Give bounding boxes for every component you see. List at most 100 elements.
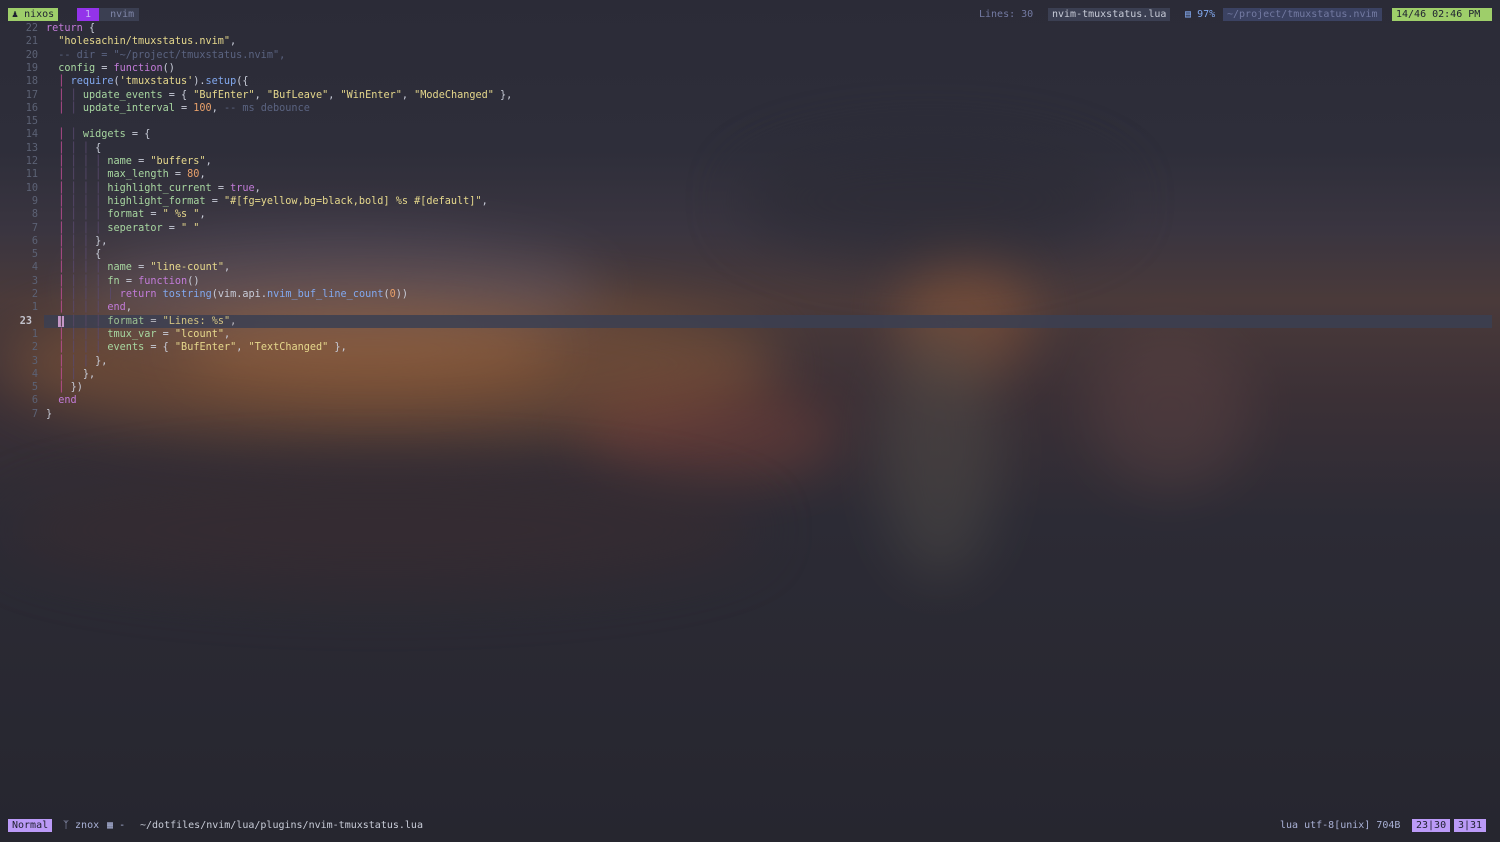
- line-number: 15: [25, 116, 38, 128]
- code-line[interactable]: 7 │ │ │ │ seperator = " ": [0, 222, 1500, 235]
- line-code: config = function(): [58, 62, 175, 74]
- line-number: 2: [31, 289, 38, 300]
- current-line[interactable]: 23 │ │ │ │ format = "Lines: %s",: [20, 314, 1492, 328]
- code-line[interactable]: 14 │ │ widgets = {: [0, 128, 1500, 141]
- code-line[interactable]: 3 │ │ │ },: [0, 355, 1500, 368]
- git-branch-icon: ᛉ: [63, 820, 69, 831]
- editor-buffer[interactable]: 22 return {21 "holesachin/tmuxstatus.nvim…: [0, 20, 1500, 820]
- code-line[interactable]: 3 │ │ │ │ fn = function(): [0, 275, 1500, 288]
- line-number: 1: [31, 328, 38, 340]
- line-number: 1: [31, 302, 38, 314]
- line-number: 14: [25, 129, 38, 141]
- line-number: 19: [25, 62, 38, 74]
- code-line[interactable]: 2 │ │ │ │ events = { "BufEnter", "TextCh…: [0, 341, 1500, 354]
- code-line[interactable]: 4 │ │ │ │ name = "line-count",: [0, 261, 1500, 274]
- line-number: 21: [25, 36, 38, 48]
- line-number: 3: [31, 355, 38, 367]
- line-number: 6: [31, 395, 38, 407]
- line-code: │ │ │ │ highlight_current = true,: [58, 182, 261, 194]
- text-cursor: │: [58, 315, 65, 327]
- line-number: 18: [25, 76, 38, 88]
- line-number: 3: [31, 275, 38, 287]
- code-line[interactable]: 21 "holesachin/tmuxstatus.nvim",: [0, 35, 1500, 48]
- code-line[interactable]: 22 return {: [0, 22, 1500, 35]
- code-line[interactable]: 1 │ │ │ │ tmux_var = "lcount",: [0, 328, 1500, 341]
- code-line[interactable]: 10 │ │ │ │ highlight_current = true,: [0, 182, 1500, 195]
- line-number: 22: [25, 23, 38, 34]
- line-code: │ │ │ │ tmux_var = "lcount",: [58, 328, 231, 340]
- line-code: │ │ │ │ max_length = 80,: [58, 169, 206, 181]
- code-line[interactable]: 6 end: [0, 394, 1500, 407]
- session-name: nixos: [24, 9, 55, 20]
- line-code: │ │ update_events = { "BufEnter", "BufLe…: [58, 89, 513, 101]
- line-code: │ }): [58, 382, 83, 394]
- line-code: │ │ │ │ seperator = " ": [58, 222, 200, 234]
- code-line[interactable]: 7}: [0, 408, 1500, 421]
- progress: 23|30: [1412, 819, 1451, 832]
- line-code: │ │ │ │ highlight_format = "#[fg=yellow,…: [58, 195, 488, 207]
- line-number: 7: [31, 408, 38, 420]
- line-number: 17: [25, 89, 38, 101]
- line-code: │ │ │ │ events = { "BufEnter", "TextChan…: [58, 342, 347, 354]
- code-line[interactable]: 4 │ │ },: [0, 368, 1500, 381]
- code-line[interactable]: 12 │ │ │ │ name = "buffers",: [0, 155, 1500, 168]
- code-line[interactable]: 5 │ }): [0, 381, 1500, 394]
- code-line[interactable]: 15: [0, 115, 1500, 128]
- file-info: lua utf-8[unix] 704B: [1276, 819, 1404, 832]
- line-code: │ │ │ │ name = "buffers",: [58, 156, 212, 167]
- diff-status: -: [119, 820, 126, 831]
- line-code: return {: [46, 23, 96, 34]
- code-line[interactable]: 8 │ │ │ │ format = " %s ",: [0, 208, 1500, 221]
- git-diff: ▦ -: [103, 819, 129, 832]
- line-code: end: [58, 395, 77, 407]
- battery-level: 97%: [1197, 9, 1216, 20]
- file-path: ~/dotfiles/nvim/lua/plugins/nvim-tmuxsta…: [140, 820, 423, 831]
- code-line[interactable]: 18 │ require('tmuxstatus').setup({: [0, 75, 1500, 88]
- line-number: 8: [31, 209, 38, 221]
- line-code: │ │ │ },: [58, 235, 108, 247]
- line-number: 9: [31, 195, 38, 207]
- line-number: 5: [31, 249, 38, 261]
- line-code: │ │ │ {: [58, 142, 102, 154]
- filetype: lua: [1280, 820, 1299, 831]
- line-number: 20: [25, 49, 38, 61]
- code-line[interactable]: 20 -- dir = "~/project/tmuxstatus.nvim",: [0, 49, 1500, 62]
- line-number: 11: [25, 169, 38, 181]
- line-number: 10: [25, 182, 38, 194]
- line-code: -- dir = "~/project/tmuxstatus.nvim",: [58, 49, 286, 61]
- file-size: 704B: [1376, 820, 1401, 831]
- line-number: 4: [31, 262, 38, 274]
- line-code: │ │ │ │ end,: [58, 302, 132, 314]
- code-line[interactable]: 19 config = function(): [0, 62, 1500, 75]
- line-code: │ │ │ │ fn = function(): [58, 275, 200, 287]
- code-line[interactable]: 6 │ │ │ },: [0, 235, 1500, 248]
- battery-icon: ▤: [1185, 9, 1192, 20]
- line-code: │ │ │ {: [58, 249, 102, 261]
- code-line[interactable]: 1 │ │ │ │ end,: [0, 301, 1500, 314]
- nvim-statusline: Normal ᛉ znox ▦ - ~/dotfiles/nvim/lua/pl…: [0, 819, 1500, 833]
- location: 3|31: [1454, 819, 1487, 832]
- line-number: 16: [25, 102, 38, 114]
- branch-name: znox: [75, 820, 100, 831]
- line-code: }: [46, 408, 53, 420]
- line-code: "holesachin/tmuxstatus.nvim",: [58, 36, 237, 48]
- code-line[interactable]: 13 │ │ │ {: [0, 142, 1500, 155]
- code-line[interactable]: 9 │ │ │ │ highlight_format = "#[fg=yello…: [0, 195, 1500, 208]
- line-number: 4: [31, 368, 38, 380]
- line-code: │ │ │ },: [58, 355, 108, 367]
- line-number: 5: [31, 382, 38, 394]
- diff-icon: ▦: [107, 820, 114, 831]
- line-code: │ require('tmuxstatus').setup({: [58, 76, 249, 88]
- git-branch: ᛉ znox: [59, 819, 103, 832]
- line-code: │ │ │ │ format = " %s ",: [58, 209, 206, 221]
- line-number: 23: [19, 315, 32, 327]
- code-line[interactable]: 5 │ │ │ {: [0, 248, 1500, 261]
- line-code: │ │ │ │ format = "Lines: %s",: [58, 315, 237, 327]
- line-code: │ │ widgets = {: [58, 129, 151, 141]
- code-line[interactable]: 17 │ │ update_events = { "BufEnter", "Bu…: [0, 89, 1500, 102]
- code-line[interactable]: 16 │ │ update_interval = 100, -- ms debo…: [0, 102, 1500, 115]
- code-line[interactable]: 11 │ │ │ │ max_length = 80,: [0, 168, 1500, 181]
- line-code: │ │ update_interval = 100, -- ms debounc…: [58, 102, 310, 114]
- code-line[interactable]: 2 │ │ │ │ │ return tostring(vim.api.nvim…: [0, 288, 1500, 301]
- line-code: │ │ },: [58, 368, 96, 380]
